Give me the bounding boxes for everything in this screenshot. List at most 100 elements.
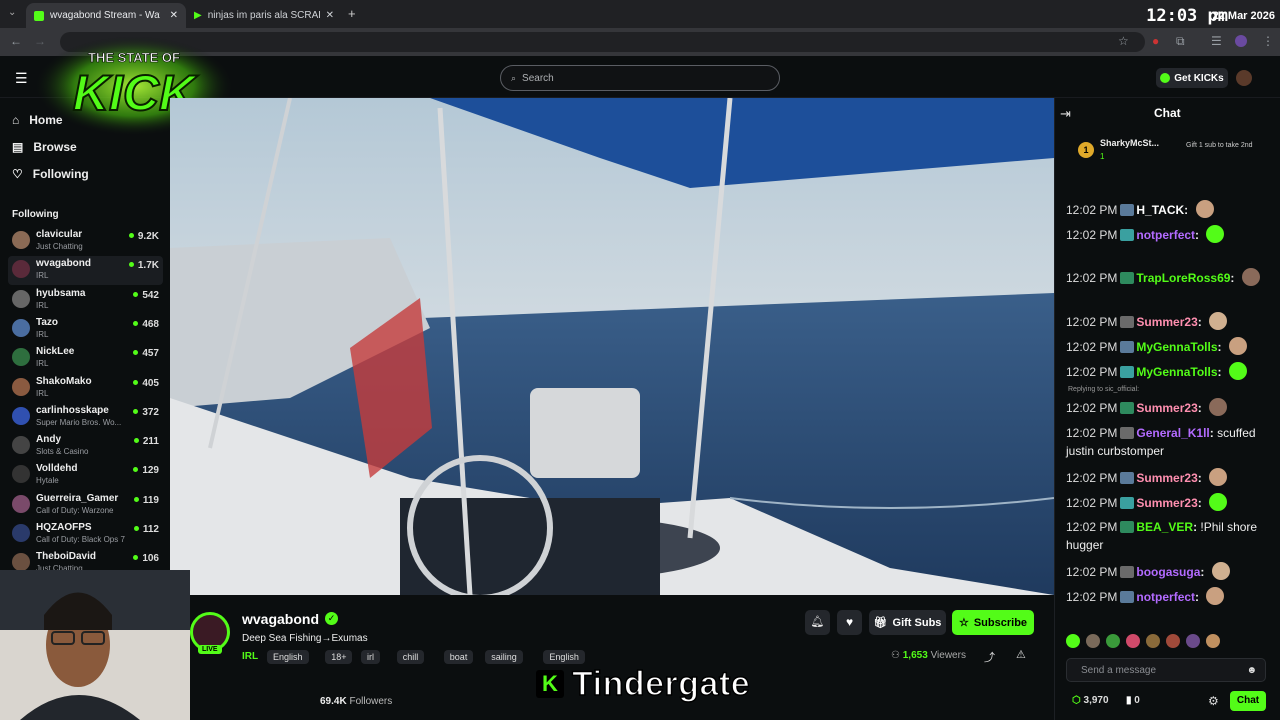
channel-name[interactable]: wvagabond xyxy=(242,611,319,627)
star-icon[interactable]: ☆ xyxy=(1118,34,1129,48)
tab-close-icon[interactable]: ✕ xyxy=(326,10,334,21)
notifications-button[interactable]: 🔔︎ xyxy=(805,610,830,635)
message-time: 12:02 PM xyxy=(1066,401,1118,415)
sidebar-channel-item[interactable]: wvagabond IRL 1.7K xyxy=(8,256,163,286)
emote-icon[interactable] xyxy=(1066,634,1080,648)
channel-viewers: 468 xyxy=(133,319,159,330)
tab-ninjas[interactable]: ▶ ninjas im paris ala SCRABSNYC ✕ xyxy=(186,3,342,28)
emote-icon[interactable] xyxy=(1106,634,1120,648)
emote-bar xyxy=(1066,634,1271,650)
emote-icon[interactable] xyxy=(1186,634,1200,648)
sidebar-channel-item[interactable]: Tazo IRL 468 xyxy=(8,315,163,344)
message-username[interactable]: boogasuga xyxy=(1136,565,1200,579)
message-username[interactable]: TrapLoreRoss69 xyxy=(1136,271,1230,285)
nav-following[interactable]: ♡ Following xyxy=(12,167,89,181)
message-username[interactable]: Summer23 xyxy=(1136,496,1197,510)
hamburger-menu-icon[interactable]: ☰ xyxy=(15,70,28,87)
emote-icon[interactable] xyxy=(1166,634,1180,648)
sidebar-channel-item[interactable]: NickLee IRL 457 xyxy=(8,344,163,373)
new-tab-button[interactable]: + xyxy=(348,6,356,21)
emote-icon xyxy=(1206,587,1225,605)
puzzle-icon[interactable]: ⧉ xyxy=(1176,34,1185,49)
points-display[interactable]: ⬡ 3,970 xyxy=(1072,695,1109,706)
sidebar-channel-item[interactable]: Andy Slots & Casino 211 xyxy=(8,432,163,461)
tab-list-icon[interactable]: ☰ xyxy=(1211,34,1222,48)
play-favicon-icon: ▶ xyxy=(194,10,202,21)
channel-viewers: 542 xyxy=(133,290,159,301)
user-badge-icon xyxy=(1120,497,1135,509)
channel-avatar xyxy=(12,289,30,308)
subscribe-button[interactable]: ☆ Subscribe xyxy=(952,610,1034,635)
emote-icon[interactable] xyxy=(1146,634,1160,648)
kick-k-icon: K xyxy=(536,670,564,698)
message-username[interactable]: BEA_VER xyxy=(1136,520,1193,534)
stream-tag[interactable]: chill xyxy=(396,650,425,664)
message-username[interactable]: Summer23 xyxy=(1136,401,1197,415)
emote-icon xyxy=(1209,468,1228,486)
message-username[interactable]: General_K1ll xyxy=(1136,426,1209,440)
get-kicks-button[interactable]: Get KICKs xyxy=(1156,68,1228,88)
sidebar-channel-item[interactable]: carlinhosskape Super Mario Bros. Wo... 372 xyxy=(8,403,163,432)
profile-avatar[interactable] xyxy=(1235,35,1247,47)
tab-close-icon[interactable]: ✕ xyxy=(170,10,178,21)
message-username[interactable]: H_TACK xyxy=(1136,203,1184,217)
collapse-chat-icon[interactable]: ⇥ xyxy=(1060,106,1071,122)
tab-wvagabond[interactable]: wvagabond Stream - Watc ✕ xyxy=(26,3,186,28)
category-link[interactable]: IRL xyxy=(242,651,258,662)
user-badge-icon xyxy=(1120,272,1135,284)
menu-kebab-icon[interactable]: ⋮ xyxy=(1262,34,1274,48)
emote-icon[interactable] xyxy=(1126,634,1140,648)
video-player[interactable] xyxy=(170,98,1054,595)
extension-icon[interactable]: ● xyxy=(1152,34,1159,48)
back-icon[interactable]: ← xyxy=(10,34,22,48)
chat-message: 12:02 PM Summer23: xyxy=(1066,398,1266,417)
emote-icon[interactable] xyxy=(1206,634,1220,648)
chat-settings-icon[interactable]: ⚙ xyxy=(1208,694,1219,708)
sidebar-channel-item[interactable]: Guerreira_Gamer Call of Duty: Warzone 119 xyxy=(8,491,163,520)
nav-label: Browse xyxy=(33,140,77,154)
channel-viewers: 372 xyxy=(133,407,159,418)
channel-name: Guerreira_Gamer xyxy=(36,492,119,504)
search-input[interactable]: ⌕ Search xyxy=(500,65,780,91)
chat-message: 12:02 PM MyGennaTolls: xyxy=(1066,362,1266,381)
stream-tag[interactable]: irl xyxy=(361,650,380,664)
kicks-display[interactable]: ▮ 0 xyxy=(1126,695,1140,706)
followers-number: 69.4K xyxy=(320,696,347,707)
message-username[interactable]: notperfect xyxy=(1136,590,1195,604)
message-username[interactable]: Summer23 xyxy=(1136,315,1197,329)
follow-heart-button[interactable]: ♥ xyxy=(837,610,862,635)
stream-tag[interactable]: English xyxy=(267,650,309,664)
nav-browse[interactable]: ▤ Browse xyxy=(12,140,77,154)
gift-leader-card[interactable]: 1 SharkyMcSt... 1 Gift 1 sub to take 2nd xyxy=(1076,138,1256,166)
report-icon[interactable]: ⚠ xyxy=(1016,648,1026,661)
sidebar-channel-item[interactable]: Volldehd Hytale 129 xyxy=(8,461,163,490)
user-avatar[interactable] xyxy=(1236,70,1252,86)
share-icon[interactable]: ⤴ xyxy=(984,649,995,665)
sidebar-channel-item[interactable]: ShakoMako IRL 405 xyxy=(8,374,163,403)
chat-send-button[interactable]: Chat xyxy=(1230,691,1266,711)
gift-subs-button[interactable]: 🎁︎ Gift Subs xyxy=(869,610,946,635)
message-username[interactable]: notperfect xyxy=(1136,228,1195,242)
stream-title: Deep Sea Fishing→Exumas xyxy=(242,633,368,644)
tab-search-icon[interactable]: ⌄ xyxy=(8,7,16,18)
emoji-icon[interactable]: ☻ xyxy=(1246,665,1257,676)
channel-name: NickLee xyxy=(36,346,75,358)
message-username[interactable]: MyGennaTolls xyxy=(1136,340,1217,354)
stream-tag[interactable]: boat xyxy=(443,650,474,664)
emote-icon[interactable] xyxy=(1086,634,1100,648)
channel-viewers: 129 xyxy=(133,465,159,476)
emote-icon xyxy=(1209,398,1228,416)
sidebar-channel-item[interactable]: clavicular Just Chatting 9.2K xyxy=(8,227,163,256)
message-time: 12:02 PM xyxy=(1066,520,1118,534)
browse-icon: ▤ xyxy=(12,140,24,154)
webcam-overlay xyxy=(0,570,190,720)
sidebar-channel-item[interactable]: HQZAOFPS Call of Duty: Black Ops 7 112 xyxy=(8,520,163,549)
message-username[interactable]: Summer23 xyxy=(1136,471,1197,485)
stream-tag[interactable]: sailing xyxy=(485,650,523,664)
chat-input[interactable]: Send a message ☻ xyxy=(1066,658,1266,682)
channel-viewers: 457 xyxy=(133,348,159,359)
stream-tag[interactable]: 18+ xyxy=(325,650,353,664)
stream-tag[interactable]: English xyxy=(543,650,585,664)
message-username[interactable]: MyGennaTolls xyxy=(1136,365,1217,379)
sidebar-channel-item[interactable]: hyubsama IRL 542 xyxy=(8,286,163,315)
